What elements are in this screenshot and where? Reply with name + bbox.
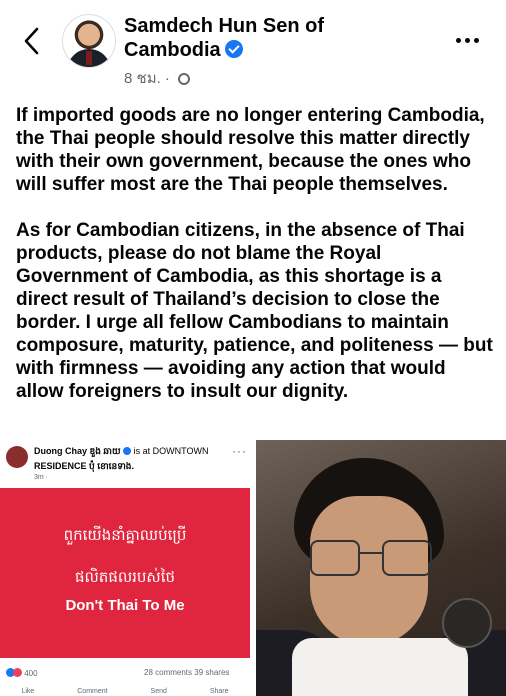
shared-send-action: Send xyxy=(150,688,167,695)
khmer-line-2: ផលិតផលរបស់ថៃ xyxy=(75,569,175,586)
shared-reactions: 400 xyxy=(6,668,38,678)
post-paragraph: As for Cambodian citizens, in the absenc… xyxy=(16,220,493,402)
page-avatar[interactable] xyxy=(62,14,116,68)
shared-location: RESIDENCE ប៉ុំ ខេានេទាង. xyxy=(34,461,135,471)
globe-icon xyxy=(178,73,191,85)
shared-checkin-text: is at DOWNTOWN xyxy=(133,446,209,456)
chevron-left-icon[interactable] xyxy=(20,26,44,56)
shared-verified-icon xyxy=(123,447,132,455)
portrait-photo[interactable] xyxy=(256,440,506,696)
microphone xyxy=(442,598,492,648)
shared-author-name: Duong Chay ឌួង ឆាយ xyxy=(34,446,121,456)
shared-share-action: Share xyxy=(209,688,229,695)
love-reaction-icon xyxy=(13,668,22,677)
photo-shirt xyxy=(292,638,468,696)
post-body: If imported goods are no longer entering… xyxy=(16,104,496,403)
khmer-line-1: ពួកយើងនាំគ្នាឈប់ប្រើ xyxy=(63,527,187,544)
shared-like-action: Like xyxy=(21,688,35,695)
photo-glasses xyxy=(310,540,434,578)
shared-counts: 28 comments 39 shares xyxy=(144,668,229,677)
verified-badge-icon xyxy=(224,40,243,58)
share-count: 39 shares xyxy=(194,668,230,677)
shared-time: 3m · xyxy=(34,474,48,481)
post-paragraph: If imported goods are no longer entering… xyxy=(16,105,485,195)
comment-count: 28 comments xyxy=(144,668,193,677)
meta-separator: · xyxy=(164,70,170,87)
page-name[interactable]: Samdech Hun Sen of Cambodia xyxy=(124,14,364,62)
post-header: Samdech Hun Sen of Cambodia 8 ชม. · xyxy=(0,0,506,96)
boycott-card: ពួកយើងនាំគ្នាឈប់ប្រើ ផលិតផលរបស់ថៃ Don't … xyxy=(0,488,250,658)
shared-author-line: Duong Chay ឌួង ឆាយ is at DOWNTOWN xyxy=(34,446,208,459)
shared-more-icon: ··· xyxy=(232,444,247,458)
slogan-text: Don't Thai To Me xyxy=(65,597,185,614)
shared-author-avatar xyxy=(6,446,28,468)
shared-post-image[interactable]: Duong Chay ឌួង ឆាយ is at DOWNTOWN RESIDE… xyxy=(0,440,250,696)
post-time[interactable]: 8 ชม. xyxy=(124,70,161,87)
more-horizontal-icon[interactable] xyxy=(456,30,486,43)
shared-comment-action: Comment xyxy=(77,688,108,695)
post-meta: 8 ชม. · xyxy=(124,66,191,90)
page-name-text[interactable]: Samdech Hun Sen of Cambodia xyxy=(124,15,324,61)
shared-action-bar: Like Comment Send Share xyxy=(0,688,250,695)
reaction-count: 400 xyxy=(24,669,38,678)
